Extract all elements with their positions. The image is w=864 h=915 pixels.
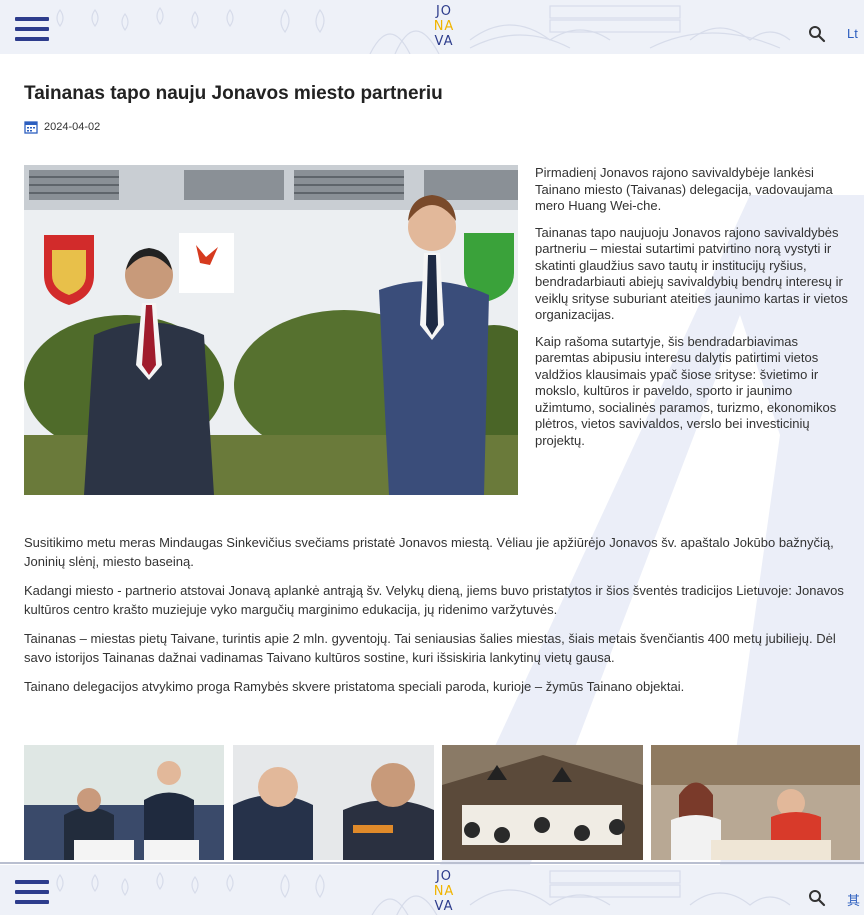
calendar-icon <box>24 121 38 134</box>
thumbnail-illustration <box>442 745 643 860</box>
intro-paragraph: Tainanas tapo naujuoju Jonavos rajono sa… <box>535 224 848 323</box>
menu-button[interactable] <box>15 880 49 904</box>
site-header-sticky: JO NA VA 其 <box>0 865 864 915</box>
intro-paragraph: Kaip rašoma sutartyje, šis bendradarbiav… <box>535 333 837 448</box>
main-photo-illustration <box>24 165 518 495</box>
search-icon[interactable] <box>808 889 826 907</box>
thumbnail-illustration <box>233 745 434 860</box>
gallery-thumbnail[interactable] <box>233 745 434 860</box>
body-paragraph: Susitikimo metu meras Mindaugas Sinkevič… <box>24 535 834 569</box>
logo-line-1: JO <box>435 869 453 884</box>
menu-button[interactable] <box>15 17 49 41</box>
language-switch[interactable]: Lt <box>847 26 858 41</box>
article-date-text: 2024-04-02 <box>44 121 101 133</box>
body-paragraph: Kadangi miesto - partnerio atstovai Jona… <box>24 583 844 617</box>
logo-line-1: JO <box>435 4 453 19</box>
gallery-thumbnail[interactable] <box>442 745 643 860</box>
jonava-logo[interactable]: JO NA VA <box>432 869 456 914</box>
language-switch[interactable]: 其 <box>847 890 860 909</box>
article-intro-text: Pirmadienį Jonavos rajono savivaldybėje … <box>535 165 853 459</box>
body-paragraph: Tainano delegacijos atvykimo proga Ramyb… <box>24 679 685 694</box>
intro-paragraph: Pirmadienį Jonavos rajono savivaldybėje … <box>535 165 833 213</box>
logo-line-2: NA <box>433 19 455 34</box>
article-date: 2024-04-02 <box>24 120 100 134</box>
section-divider <box>0 862 864 864</box>
photo-gallery <box>24 745 860 860</box>
article-main-photo[interactable] <box>24 165 518 495</box>
gallery-thumbnail[interactable] <box>24 745 224 860</box>
search-icon[interactable] <box>808 25 826 43</box>
thumbnail-illustration <box>24 745 224 860</box>
body-paragraph: Tainanas – miestas pietų Taivane, turint… <box>24 631 836 665</box>
logo-line-3: VA <box>434 34 454 49</box>
article-body-text: Susitikimo metu meras Mindaugas Sinkevič… <box>24 533 860 706</box>
gallery-thumbnail[interactable] <box>651 745 860 860</box>
article-title: Tainanas tapo nauju Jonavos miesto partn… <box>24 83 443 104</box>
jonava-logo[interactable]: JO NA VA <box>432 4 456 49</box>
logo-line-2: NA <box>433 884 455 899</box>
logo-line-3: VA <box>434 899 454 914</box>
site-header: JO NA VA Lt <box>0 0 864 54</box>
thumbnail-illustration <box>651 745 860 860</box>
